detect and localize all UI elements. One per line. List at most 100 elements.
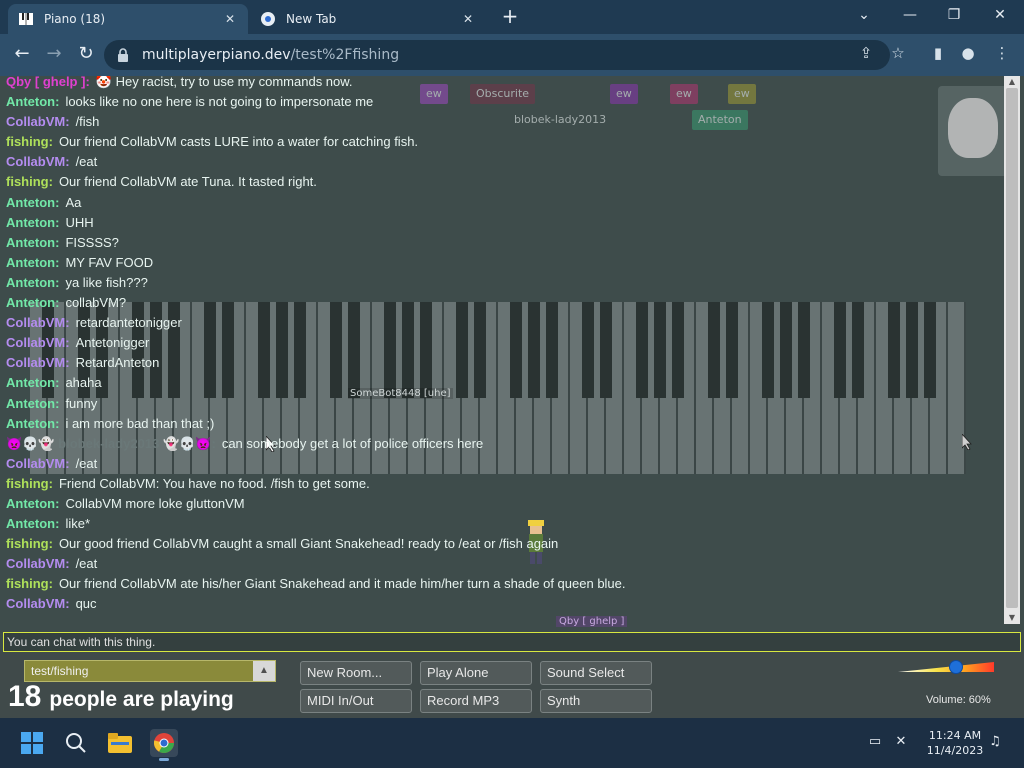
chat-author: CollabVM: xyxy=(6,596,70,612)
minimize-icon[interactable]: — xyxy=(890,4,930,28)
close-window-icon[interactable]: ✕ xyxy=(980,4,1020,28)
chat-message: 👿💀👻 blobek-lady2013 👻💀👿: can somebody get… xyxy=(6,434,1000,454)
notification-bell-icon[interactable]: ♫ xyxy=(986,734,1004,752)
chat-message: Anteton: i am more bad than that ;) xyxy=(6,414,1000,434)
chat-message: CollabVM: /eat xyxy=(6,554,1000,574)
new-tab-plus-icon[interactable]: + xyxy=(498,6,522,28)
url-path: /test%2Ffishing xyxy=(290,47,400,63)
sound-select-button[interactable]: Sound Select xyxy=(540,661,652,685)
restore-icon[interactable]: ❐ xyxy=(934,4,974,28)
scroll-down-icon[interactable]: ▼ xyxy=(1004,612,1020,624)
share-icon[interactable]: ⇪ xyxy=(854,41,878,65)
tab-close-icon[interactable]: ✕ xyxy=(460,11,476,27)
chat-message: Anteton: ahaha xyxy=(6,373,1000,393)
piano-page: ew Obscurite ew ew ew blobek-lady2013 An… xyxy=(0,76,1024,718)
record-mp3-button[interactable]: Record MP3 xyxy=(420,689,532,713)
reload-icon[interactable]: ↻ xyxy=(74,43,98,67)
play-alone-button[interactable]: Play Alone xyxy=(420,661,532,685)
room-selector[interactable]: test/fishing ▲ xyxy=(24,660,276,682)
chat-message: fishing: Our friend CollabVM casts LURE i… xyxy=(6,132,1000,152)
profile-avatar-icon[interactable]: ● xyxy=(956,41,980,65)
clock-time: 11:24 AM xyxy=(928,729,982,742)
forward-arrow-icon[interactable]: → xyxy=(42,43,66,67)
control-panel: test/fishing ▲ 18 people are playing New … xyxy=(0,652,1024,718)
windows-start-icon[interactable] xyxy=(18,729,46,757)
chat-author: CollabVM: xyxy=(6,335,70,351)
bookmark-star-icon[interactable]: ☆ xyxy=(886,41,910,65)
chat-author: Anteton: xyxy=(6,375,60,391)
midi-button[interactable]: MIDI In/Out xyxy=(300,689,412,713)
tab-title: New Tab xyxy=(286,12,337,26)
scroll-thumb[interactable] xyxy=(1006,88,1018,608)
browser-navbar: ← → ↻ multiplayerpiano.dev/test%2Ffishin… xyxy=(0,34,1024,76)
active-indicator xyxy=(159,758,169,761)
tab-new-tab[interactable]: New Tab ✕ xyxy=(250,4,486,34)
volume-knob[interactable] xyxy=(948,660,963,674)
chat-author: CollabVM: xyxy=(6,355,70,371)
chat-text: FISSSS? xyxy=(65,234,119,250)
volume-slider[interactable] xyxy=(898,662,994,672)
volume-label: Volume: 60% xyxy=(926,694,991,706)
chat-author: fishing: xyxy=(6,174,53,190)
chat-author: Anteton: xyxy=(6,94,60,110)
chat-text: Aa xyxy=(65,194,82,210)
chrome-favicon-icon xyxy=(260,11,276,27)
url-host: multiplayerpiano.dev xyxy=(142,47,291,63)
tab-piano[interactable]: Piano (18) ✕ xyxy=(8,4,248,34)
chat-author: CollabVM: xyxy=(6,114,70,130)
caret-up-icon[interactable]: ▲ xyxy=(253,661,275,681)
chat-author: fishing: xyxy=(6,134,53,150)
taskbar: ▭ ✕ 11:24 AM 11/4/2023 ♫ xyxy=(0,718,1024,768)
chat-text: ahaha xyxy=(65,375,102,391)
display-icon[interactable]: ▭ xyxy=(866,734,884,752)
chat-author: CollabVM: xyxy=(6,154,70,170)
scroll-up-icon[interactable]: ▲ xyxy=(1004,76,1020,88)
chat-author: Anteton: xyxy=(6,395,60,411)
piano-favicon-icon xyxy=(18,11,34,27)
chat-message: fishing: Friend CollabVM: You have no foo… xyxy=(6,474,1000,494)
player-count-text: people are playing xyxy=(49,688,234,711)
chat-text: CollabVM more loke gluttonVM xyxy=(65,495,245,511)
system-clock[interactable]: 11:24 AM 11/4/2023 xyxy=(920,728,990,758)
chat-text: /eat xyxy=(75,154,98,170)
chat-text: 🤡 Hey racist, try to use my commands now… xyxy=(95,76,353,89)
chat-author: fishing: xyxy=(6,536,53,552)
file-explorer-icon[interactable] xyxy=(106,729,134,757)
new-room-button[interactable]: New Room... xyxy=(300,661,412,685)
chat-message: Anteton: looks like no one here is not go… xyxy=(6,92,1000,112)
kebab-menu-icon[interactable]: ⋮ xyxy=(990,41,1014,65)
chat-text: Antetonigger xyxy=(75,335,150,351)
chat-text: Our friend CollabVM ate his/her Giant Sn… xyxy=(58,576,626,592)
player-count: 18 people are playing xyxy=(8,680,234,714)
chat-text: /eat xyxy=(75,455,98,471)
synth-button[interactable]: Synth xyxy=(540,689,652,713)
network-off-icon[interactable]: ✕ xyxy=(892,734,910,752)
chat-message: CollabVM: /eat xyxy=(6,454,1000,474)
address-bar[interactable]: multiplayerpiano.dev/test%2Ffishing xyxy=(104,40,890,70)
back-arrow-icon[interactable]: ← xyxy=(10,43,34,67)
chat-text: looks like no one here is not going to i… xyxy=(65,94,374,110)
chrome-taskbar-icon[interactable] xyxy=(150,729,178,761)
chat-text: UHH xyxy=(65,214,94,230)
chat-author: Anteton: xyxy=(6,295,60,311)
search-icon[interactable] xyxy=(62,729,90,757)
chat-message: CollabVM: retardantetonigger xyxy=(6,313,1000,333)
chat-author: Anteton: xyxy=(6,234,60,250)
side-panel-icon[interactable]: ▮ xyxy=(926,41,950,65)
chat-text: MY FAV FOOD xyxy=(65,254,154,270)
tab-search-chevron-icon[interactable]: ⌄ xyxy=(844,4,884,28)
chat-author: Anteton: xyxy=(6,415,60,431)
chat-message: fishing: Our friend CollabVM ate Tuna. It… xyxy=(6,172,1000,192)
chat-text: funny xyxy=(65,395,98,411)
chat-input[interactable]: You can chat with this thing. xyxy=(3,632,1021,652)
player-count-number: 18 xyxy=(8,680,42,713)
chat-author: 👿💀👻 blobek-lady2013 👻💀👿: xyxy=(6,435,216,451)
chat-scrollbar[interactable]: ▲ ▼ xyxy=(1004,76,1020,624)
lock-icon xyxy=(118,48,128,62)
chat-log: Qby [ ghelp ]: 🤡 Hey racist, try to use m… xyxy=(6,76,1000,624)
chat-author: Anteton: xyxy=(6,274,60,290)
chat-text: Our friend CollabVM casts LURE into a wa… xyxy=(58,134,419,150)
tab-close-icon[interactable]: ✕ xyxy=(222,11,238,27)
chat-text: RetardAnteton xyxy=(75,355,160,371)
chat-message: Anteton: CollabVM more loke gluttonVM xyxy=(6,494,1000,514)
